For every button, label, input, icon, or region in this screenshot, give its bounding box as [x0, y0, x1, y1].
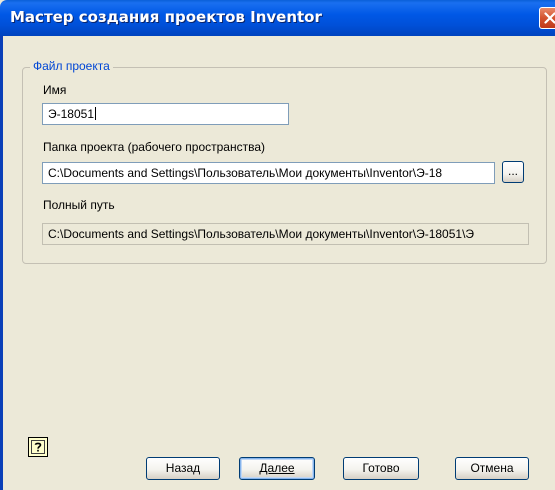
full-path-label: Полный путь — [43, 198, 115, 212]
wizard-window: Мастер создания проектов Inventor Файл п… — [0, 0, 555, 490]
window-frame-left — [0, 36, 3, 490]
help-button[interactable] — [28, 437, 48, 457]
close-button[interactable] — [539, 7, 555, 29]
finish-button[interactable]: Готово — [343, 457, 419, 480]
close-icon — [544, 12, 555, 24]
title-bar[interactable]: Мастер создания проектов Inventor — [0, 0, 555, 36]
browse-button[interactable]: ... — [502, 161, 524, 183]
back-label: Назад — [165, 461, 201, 475]
text-caret — [95, 107, 96, 120]
back-button[interactable]: Назад — [146, 457, 220, 480]
window-title: Мастер создания проектов Inventor — [10, 8, 322, 26]
finish-label: Готово — [362, 461, 400, 475]
name-label: Имя — [43, 83, 67, 97]
cancel-button[interactable]: Отмена — [455, 457, 529, 480]
help-icon — [31, 440, 45, 454]
project-folder-value: C:\Documents and Settings\Пользователь\М… — [48, 166, 443, 180]
project-folder-field[interactable]: C:\Documents and Settings\Пользователь\М… — [42, 162, 495, 184]
project-folder-label: Папка проекта (рабочего пространства) — [43, 140, 265, 154]
full-path-field: C:\Documents and Settings\Пользователь\М… — [42, 223, 529, 245]
next-button[interactable]: Далее — [239, 457, 315, 480]
name-value: Э-18051 — [48, 107, 94, 121]
next-label: Далее — [259, 461, 295, 475]
cancel-label: Отмена — [470, 461, 514, 475]
name-field[interactable]: Э-18051 — [42, 103, 289, 125]
project-file-legend: Файл проекта — [30, 59, 113, 73]
full-path-value: C:\Documents and Settings\Пользователь\М… — [48, 227, 475, 241]
